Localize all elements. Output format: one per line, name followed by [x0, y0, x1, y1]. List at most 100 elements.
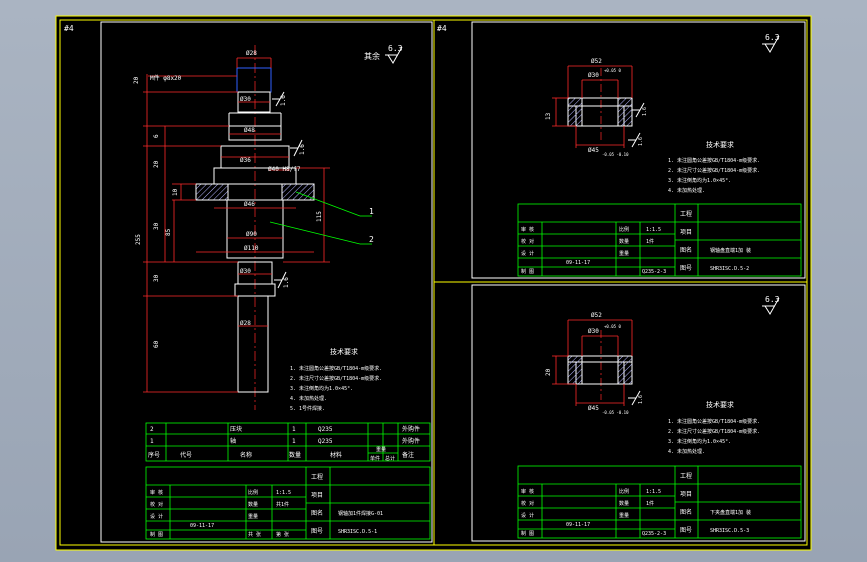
tb-left-label: 校 对 — [521, 500, 534, 507]
tb-number: SHR3ISC.D.5-3 — [710, 528, 749, 534]
tb-material: Q235-2-3 — [642, 531, 666, 537]
part-bottom-dim-height: 20 — [545, 368, 552, 376]
tb-material: Q235-2-3 — [642, 269, 666, 275]
tech-note: 3. 未注倒角均为1.0×45°. — [668, 177, 731, 184]
tech-note: 4. 未加热处理. — [668, 187, 705, 194]
dim-v20: 20 — [133, 76, 140, 84]
tech-note: 1. 未注圆角公差按GB/T1804-m级要求. — [668, 157, 760, 164]
tb-project-label: 工程 — [680, 472, 692, 480]
main-roughness-prefix: 其余 — [364, 51, 380, 61]
sheet-right-top-tag: #4 — [437, 24, 447, 33]
tech-note: 3. 未注倒角均为1.0×45°. — [668, 438, 731, 445]
part-top-dim-inner-tol: +0.05 0 — [604, 68, 621, 73]
bom-row-name: 压块 — [230, 425, 242, 433]
bom-header-no: 序号 — [148, 451, 160, 459]
bom-row-mat: Q235 — [318, 438, 333, 445]
part-top-dim-base-tol: -0.05 -0.10 — [602, 152, 629, 157]
dim-v85: 85 — [165, 228, 172, 236]
tb-scale: 1:1.5 — [646, 227, 661, 233]
part-top-hatch-left — [567, 97, 583, 127]
tb-name-label: 图名 — [680, 508, 692, 516]
tb-left-label: 设 计 — [150, 513, 163, 520]
callout-2: 2 — [369, 235, 374, 244]
tb-scale-label: 比例 — [619, 488, 629, 495]
tb-number: SHR3ISC.D.5-1 — [338, 529, 377, 535]
tb-left-label: 校 对 — [150, 501, 163, 508]
dim-v30: 30 — [153, 274, 160, 282]
tb-weight-label: 重量 — [248, 513, 258, 520]
bom-header-code: 代号 — [180, 451, 192, 459]
tb-name: 钢轴加1件焊接G-01 — [338, 510, 383, 517]
tech-note: 4. 未加热处理. — [290, 395, 327, 402]
bom-row-note: 外购件 — [402, 437, 420, 445]
tb-item-label: 项目 — [680, 229, 692, 236]
tb-number: SHR3ISC.D.5-2 — [710, 266, 749, 272]
tb-qty: 1件 — [646, 500, 654, 507]
tb-item-label: 项目 — [311, 492, 323, 499]
part-top-dim-outer: Ø52 — [591, 58, 602, 65]
tb-project-label: 工程 — [311, 473, 323, 481]
tb-qty-label: 数量 — [619, 500, 629, 507]
tb-qty-label: 数量 — [619, 238, 629, 245]
part-top-tech-title: 技术要求 — [706, 140, 734, 149]
dim-d7: Ø30 — [240, 268, 251, 275]
tb-left-label: 设 计 — [521, 512, 534, 519]
part-bottom-dim-inner-tol: +0.05 0 — [604, 324, 621, 329]
tb-sheet-label: 共 张 — [248, 531, 261, 538]
tb-qty: 1件 — [646, 238, 654, 245]
tb-number-label: 图号 — [680, 265, 692, 272]
dim-v10: 10 — [172, 188, 179, 196]
tech-note: 2. 未注尺寸公差按GB/T1804-m级要求. — [668, 428, 760, 435]
sheet-main-tag: #4 — [64, 24, 74, 33]
tech-note: 2. 未注尺寸公差按GB/T1804-m级要求. — [290, 375, 382, 382]
section-hatch-right — [281, 183, 315, 201]
dim-thread: M件 φ8x20 — [150, 74, 182, 82]
bom-row-no: 1 — [150, 438, 154, 445]
part-top-dim-base: Ø45 — [588, 147, 599, 154]
dim-v30b: 30 — [153, 222, 160, 230]
dim-d1: Ø30 — [240, 96, 251, 103]
part-top-roughness-2: 1.6 — [638, 137, 644, 146]
dim-d2: Ø48 — [244, 127, 255, 134]
tb-left-label: 制 图 — [521, 530, 534, 537]
callout-1: 1 — [369, 207, 374, 216]
tb-weight-label: 重量 — [619, 250, 629, 257]
main-roughness-value: 6.3 — [388, 44, 403, 53]
bom-row-note: 外购件 — [402, 425, 420, 433]
dim-d4: Ø46 — [244, 201, 255, 208]
tech-note: 1. 未注圆角公差按GB/T1804-m级要求. — [668, 418, 760, 425]
tb-left-label: 设 计 — [521, 250, 534, 257]
tb-left-label: 审 核 — [521, 488, 534, 495]
dim-d8: Ø28 — [240, 320, 251, 327]
dim-d-top: Ø28 — [246, 50, 257, 57]
dim-fit: Ø40 H8/f7 — [268, 166, 301, 173]
part-bottom-roughness-value: 6.3 — [765, 295, 780, 304]
tb-date: 09-11-17 — [190, 523, 214, 529]
tb-name-label: 图名 — [311, 509, 323, 517]
tb-project-label: 工程 — [680, 210, 692, 218]
dim-v115: 115 — [316, 211, 323, 222]
bom-header-qty: 数量 — [289, 451, 301, 459]
tb-date: 09-11-17 — [566, 260, 590, 266]
part-bottom-hatch-right — [617, 355, 633, 385]
part-bottom-dim-outer: Ø52 — [591, 312, 602, 319]
bom-header-mat: 材料 — [330, 451, 342, 459]
shaft-roughness-1: 1.6 — [280, 95, 287, 106]
tb-scale: 1:1.5 — [646, 489, 661, 495]
section-hatch-left — [195, 183, 229, 201]
tb-sheet2-label: 第 张 — [276, 531, 289, 538]
tech-note: 1. 未注圆角公差按GB/T1804-m级要求. — [290, 365, 382, 372]
tb-qty-label: 数量 — [248, 501, 258, 508]
tb-name: 钢轴盘直端1加 装 — [710, 247, 751, 254]
tb-left-label: 审 核 — [521, 226, 534, 233]
dim-v20b: 20 — [153, 160, 160, 168]
part-bottom-hatch-left — [567, 355, 583, 385]
tb-name-label: 图名 — [680, 246, 692, 254]
tb-number-label: 图号 — [680, 527, 692, 534]
cad-viewport[interactable]: #4 #4 其余 6.3 1 2 1.6 1.6 1.6 Ø28 M件 φ8x2… — [0, 0, 867, 562]
bom-header-name: 名称 — [240, 451, 252, 459]
bom-row-name: 轴 — [230, 437, 236, 445]
shaft-roughness-3: 1.6 — [283, 277, 290, 288]
bom-header-note: 备注 — [402, 451, 414, 459]
tech-note: 3. 未注倒角均为1.0×45°. — [290, 385, 353, 392]
